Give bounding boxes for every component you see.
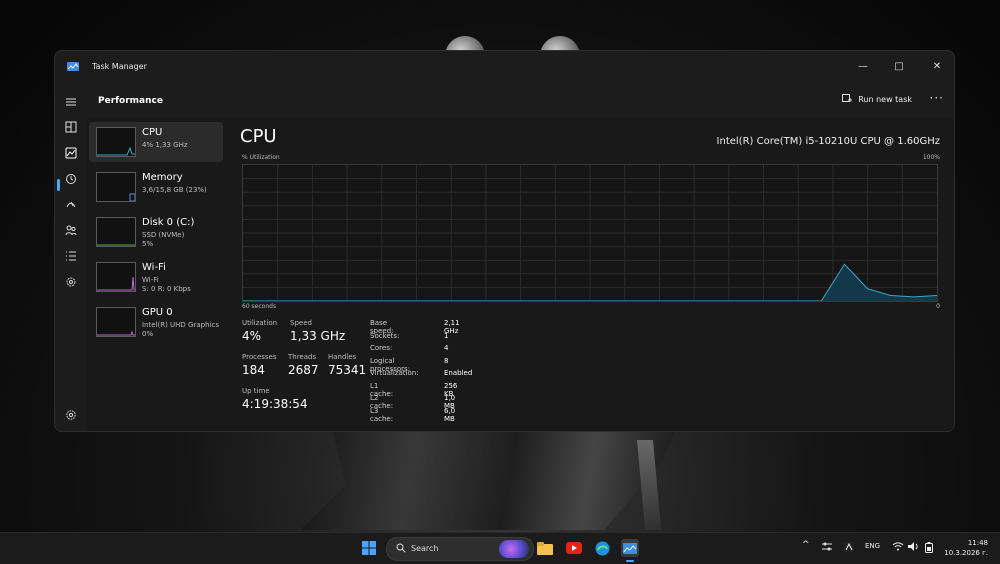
memory-thumbnail: [96, 172, 136, 202]
sidebar-item-disk[interactable]: Disk 0 (C:) SSD (NVMe) 5%: [89, 212, 223, 252]
language-indicator[interactable]: ENG: [865, 542, 880, 550]
task-manager-icon: [67, 62, 79, 71]
sidebar-item-gpu[interactable]: GPU 0 Intel(R) UHD Graphics 0%: [89, 302, 223, 342]
taskbar: Search ^ ENG 11:48 10.3.2026 г.: [0, 532, 1000, 564]
max-axis-label: 100%: [922, 154, 940, 161]
stat-uptime: Up time 4:19:38:54: [242, 387, 308, 411]
resource-list: CPU 4% 1,33 GHz Memory 3,6/15,8 GB (23%)…: [89, 122, 223, 347]
sidebar-item-cpu[interactable]: CPU 4% 1,33 GHz: [89, 122, 223, 162]
start-button[interactable]: [360, 539, 378, 557]
stat-speed: Speed 1,33 GHz: [290, 319, 346, 343]
performance-icon[interactable]: [64, 146, 78, 160]
startup-icon[interactable]: [64, 197, 78, 211]
gpu-thumbnail: [96, 307, 136, 337]
file-explorer-icon[interactable]: [536, 539, 554, 557]
stat-handles: Handles 75341: [328, 353, 367, 377]
chevron-up-icon[interactable]: ^: [802, 540, 810, 550]
users-icon[interactable]: [64, 223, 78, 237]
hamburger-icon[interactable]: [64, 95, 78, 109]
tray-settings-icon[interactable]: [822, 542, 832, 553]
battery-icon[interactable]: [925, 542, 933, 555]
wallpaper-dress: [300, 420, 680, 530]
wifi-thumbnail: [96, 262, 136, 292]
maximize-button[interactable]: □: [884, 55, 914, 77]
cpu-utilization-graph: [242, 164, 938, 302]
windows-logo-icon: [362, 541, 376, 555]
more-options-button[interactable]: ···: [930, 91, 944, 105]
active-app-indicator: [626, 560, 634, 562]
clock[interactable]: 11:48 10.3.2026 г.: [944, 538, 988, 558]
nav-rail: [55, 83, 87, 431]
task-manager-window: Task Manager — □ ✕ Performance Run new t…: [54, 50, 955, 432]
run-new-task-button[interactable]: Run new task: [842, 94, 912, 104]
minimize-button[interactable]: —: [848, 55, 878, 77]
taskbar-search[interactable]: Search: [386, 537, 534, 561]
sidebar-item-wifi[interactable]: Wi-Fi Wi-Fi S: 0 R: 0 Kbps: [89, 257, 223, 297]
page-title: Performance: [98, 96, 163, 106]
close-button[interactable]: ✕: [922, 55, 952, 77]
youtube-icon[interactable]: [565, 539, 583, 557]
page-header: Performance Run new task ···: [87, 83, 954, 120]
active-indicator: [57, 179, 60, 191]
volume-icon[interactable]: [908, 542, 919, 553]
services-icon[interactable]: [64, 275, 78, 289]
stat-threads: Threads 2687: [288, 353, 319, 377]
stat-processes: Processes 184: [242, 353, 277, 377]
wifi-icon[interactable]: [892, 542, 904, 553]
processes-icon[interactable]: [64, 120, 78, 134]
details-icon[interactable]: [64, 249, 78, 263]
window-title: Task Manager: [92, 62, 147, 71]
zero-axis-label: 0: [936, 303, 940, 310]
performance-panel: CPU 4% 1,33 GHz Memory 3,6/15,8 GB (23%)…: [87, 119, 954, 431]
cpu-graph-svg: [243, 165, 937, 301]
cpu-heading: CPU: [240, 126, 277, 147]
search-highlight-icon: [499, 540, 529, 558]
tray-app-icon[interactable]: [844, 542, 854, 554]
edge-browser-icon[interactable]: [593, 539, 611, 557]
time-axis-label: 60 seconds: [242, 303, 277, 310]
stat-utilization: Utilization 4%: [242, 319, 278, 343]
settings-icon[interactable]: [64, 408, 78, 422]
cpu-thumbnail: [96, 127, 136, 157]
task-manager-taskbar-icon[interactable]: [621, 539, 639, 557]
disk-thumbnail: [96, 217, 136, 247]
title-bar[interactable]: Task Manager — □ ✕: [55, 51, 954, 83]
cpu-model: Intel(R) Core(TM) i5-10210U CPU @ 1.60GH…: [716, 136, 940, 147]
search-icon: [396, 543, 406, 553]
sidebar-item-memory[interactable]: Memory 3,6/15,8 GB (23%): [89, 167, 223, 207]
utilization-axis-label: % Utilization: [242, 154, 280, 161]
run-task-icon: [842, 94, 853, 102]
app-history-icon[interactable]: [64, 172, 78, 186]
